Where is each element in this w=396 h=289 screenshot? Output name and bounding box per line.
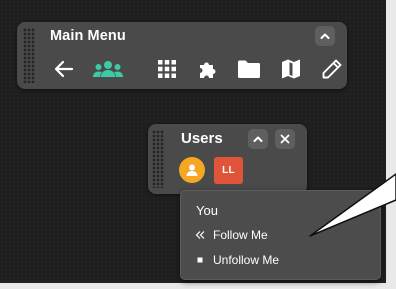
context-menu-header: You (196, 203, 218, 218)
screen-bezel-right (386, 0, 396, 289)
unfollow-me-menu-item[interactable]: Unfollow Me (180, 250, 379, 272)
user-avatar-you[interactable] (179, 157, 205, 183)
back-button[interactable] (51, 56, 77, 82)
chevron-up-icon (320, 33, 330, 39)
square-icon (193, 253, 207, 267)
follow-me-label: Follow Me (213, 228, 268, 242)
main-menu-panel: Main Menu (17, 22, 347, 89)
unfollow-me-label: Unfollow Me (213, 253, 280, 267)
users-panel-title: Users (181, 130, 223, 147)
callout-pointer (309, 173, 396, 237)
grid-icon (158, 60, 176, 78)
main-menu-title: Main Menu (50, 28, 126, 44)
drag-handle[interactable] (23, 28, 35, 83)
users-icon (93, 61, 123, 77)
puzzle-icon (200, 62, 216, 78)
pencil-icon (322, 59, 342, 79)
users-panel: Users LL (148, 124, 307, 194)
user-icon (186, 164, 198, 176)
collapse-users-button[interactable] (248, 129, 268, 149)
drag-handle[interactable] (152, 130, 164, 188)
collapse-main-menu-button[interactable] (315, 26, 335, 46)
chevron-up-icon (253, 136, 263, 142)
extensions-button[interactable] (195, 56, 221, 82)
map-icon (282, 59, 300, 79)
user-avatar-ll[interactable]: LL (214, 157, 243, 184)
arrow-left-icon (54, 60, 74, 78)
double-chevron-left-icon (193, 228, 207, 242)
edit-button[interactable] (319, 56, 345, 82)
close-icon (280, 134, 290, 144)
files-button[interactable] (236, 56, 262, 82)
folder-icon (238, 60, 260, 78)
users-button[interactable] (91, 56, 125, 82)
screen-bezel-bottom (0, 283, 396, 289)
map-button[interactable] (278, 56, 304, 82)
apps-button[interactable] (154, 56, 180, 82)
close-users-button[interactable] (275, 129, 295, 149)
